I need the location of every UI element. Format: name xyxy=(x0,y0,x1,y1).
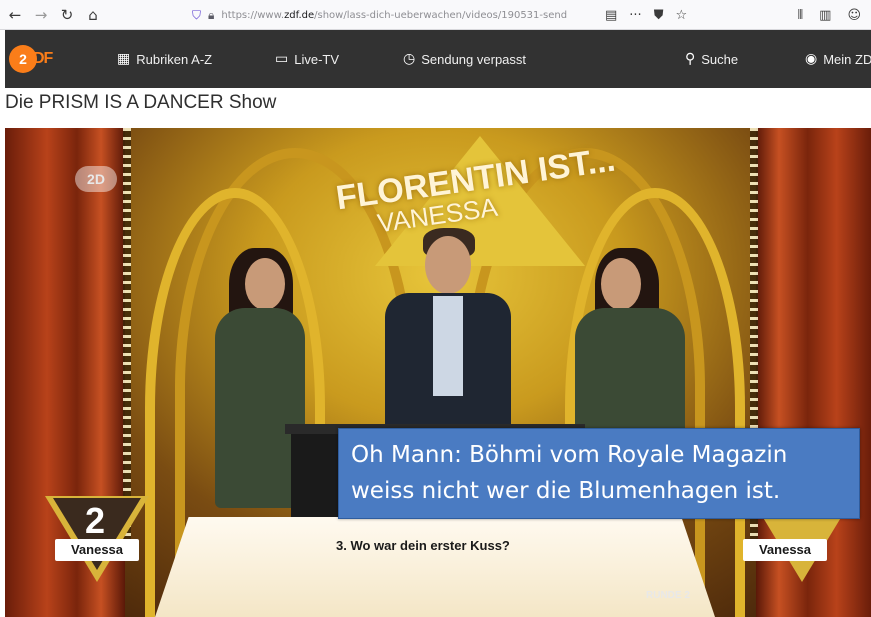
nav-rubriken[interactable]: ▦ Rubriken A-Z xyxy=(117,50,212,68)
caption-overlay: Oh Mann: Böhmi vom Royale Magazin weiss … xyxy=(338,428,860,519)
tv-icon: ▭ xyxy=(275,51,289,67)
caption-line-1: Oh Mann: Böhmi vom Royale Magazin xyxy=(351,442,788,468)
grid-icon: ▦ xyxy=(117,51,131,67)
nav-live-tv-label: Live-TV xyxy=(294,51,340,67)
sidebar-icon[interactable]: ▥ xyxy=(819,8,831,23)
left-score-number: 2 xyxy=(85,500,106,541)
question-text: 3. Wo war dein erster Kuss? xyxy=(336,538,510,553)
nav-sendung-verpasst-label: Sendung verpasst xyxy=(421,51,527,67)
forward-arrow-icon[interactable]: → xyxy=(30,4,52,26)
search-icon: ⚲ xyxy=(685,51,696,67)
zdf-navigation-bar: 2 DF ▦ Rubriken A-Z ▭ Live-TV ◷ Sendung … xyxy=(5,30,871,88)
page-title: Die PRISM IS A DANCER Show xyxy=(5,92,277,113)
light-strip-left xyxy=(123,128,131,548)
url-bar[interactable]: ⛉ 🔒︎ https://www.zdf.de/show/lass-dich-u… xyxy=(188,4,588,26)
browser-extensions: ⫴ ▥ ☺ xyxy=(798,4,861,26)
nav-rubriken-label: Rubriken A-Z xyxy=(136,51,213,67)
bookmark-star-icon[interactable]: ☆ xyxy=(675,8,687,23)
lock-icon[interactable]: 🔒︎ xyxy=(208,8,214,23)
zdf-logo-letters: DF xyxy=(33,50,53,67)
person-left-head xyxy=(245,258,285,310)
url-actions: ▤ ··· ⛊ ☆ xyxy=(605,4,687,26)
right-name-tag: Vanessa xyxy=(743,539,827,561)
person-host-head xyxy=(425,236,471,294)
url-domain: zdf.de xyxy=(284,9,315,21)
reload-icon[interactable]: ↻ xyxy=(56,4,78,26)
browser-nav-group: ← → ↻ ⌂ xyxy=(4,4,104,26)
pocket-icon[interactable]: ⛊ xyxy=(654,8,664,23)
nav-suche-label: Suche xyxy=(701,51,739,67)
person-right-head xyxy=(601,258,641,310)
nav-suche[interactable]: ⚲ Suche xyxy=(685,50,738,68)
account-icon[interactable]: ☺ xyxy=(847,8,861,23)
nav-sendung-verpasst[interactable]: ◷ Sendung verpasst xyxy=(403,50,526,68)
page-actions-menu-icon[interactable]: ··· xyxy=(629,8,641,23)
url-path: /show/lass-dich-ueberwachen/videos/19053… xyxy=(314,9,568,21)
nav-mein-zdf-label: Mein ZD xyxy=(823,51,871,67)
home-icon[interactable]: ⌂ xyxy=(82,4,104,26)
clock-icon: ◷ xyxy=(403,51,416,67)
url-text[interactable]: https://www.zdf.de/show/lass-dich-ueberw… xyxy=(221,10,569,21)
user-icon: ◉ xyxy=(805,51,818,67)
reader-view-icon[interactable]: ▤ xyxy=(605,8,617,23)
library-icon[interactable]: ⫴ xyxy=(798,8,803,23)
caption-line-2: weiss nicht wer die Blumenhagen ist. xyxy=(351,478,781,504)
zdf-logo[interactable]: 2 DF xyxy=(9,45,63,73)
left-name-tag: Vanessa xyxy=(55,539,139,561)
question-panel xyxy=(155,517,715,617)
browser-toolbar: ← → ↻ ⌂ ⛉ 🔒︎ https://www.zdf.de/show/las… xyxy=(0,0,871,30)
tracking-shield-icon[interactable]: ⛉ xyxy=(192,8,201,23)
round-label: RUNDE 2 xyxy=(646,590,690,601)
zdf-watermark: 2D xyxy=(75,166,117,192)
nav-live-tv[interactable]: ▭ Live-TV xyxy=(275,50,339,68)
nav-mein-zdf[interactable]: ◉ Mein ZD xyxy=(805,50,871,68)
person-host-shirt xyxy=(433,296,463,396)
url-prefix: https://www. xyxy=(221,9,285,21)
back-arrow-icon[interactable]: ← xyxy=(4,4,26,26)
